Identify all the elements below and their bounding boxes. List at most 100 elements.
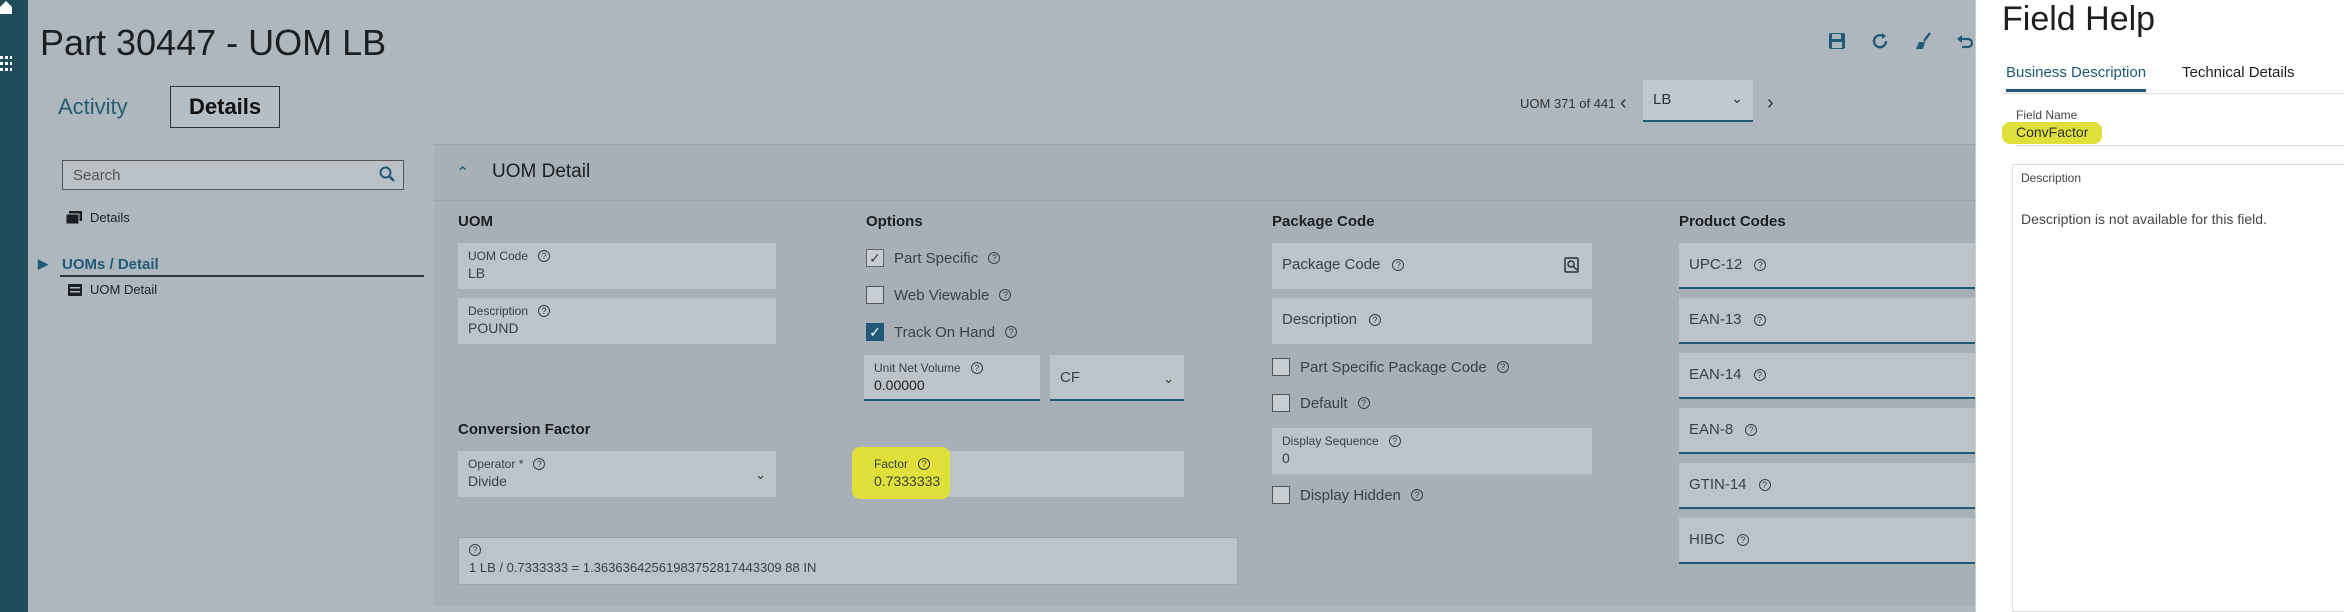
help-icon[interactable]: ?: [1745, 423, 1758, 436]
tab-activity[interactable]: Activity: [42, 86, 144, 128]
undo-icon[interactable]: [1955, 32, 1975, 52]
factor-label: Factor: [874, 457, 909, 471]
uom-code-label: UOM Code: [468, 249, 529, 263]
cards-icon: [66, 210, 82, 224]
product-code-label: GTIN-14: [1689, 476, 1747, 493]
display-hidden-checkbox-row[interactable]: Display Hidden ?: [1272, 486, 1423, 504]
help-icon[interactable]: ?: [970, 362, 983, 374]
help-icon[interactable]: ?: [1496, 361, 1509, 373]
help-icon[interactable]: ?: [999, 289, 1012, 301]
default-label: Default: [1300, 394, 1348, 412]
search-icon[interactable]: [379, 166, 395, 182]
uom-select-value: LB: [1653, 91, 1672, 108]
field-help-panel: Field Help Business Description Technica…: [1975, 0, 2344, 612]
help-icon[interactable]: ?: [918, 458, 931, 470]
web-viewable-checkbox-row[interactable]: Web Viewable ?: [866, 286, 1012, 304]
unit-net-volume-field[interactable]: Unit Net Volume? 0.00000: [864, 355, 1040, 401]
uom-code-field[interactable]: UOM Code? LB: [458, 243, 776, 289]
product-code-hibc-field[interactable]: HIBC?: [1679, 518, 1984, 564]
product-code-label: HIBC: [1689, 531, 1725, 548]
lookup-icon[interactable]: [1564, 257, 1580, 273]
track-on-hand-checkbox[interactable]: ✓: [866, 323, 884, 341]
prev-record-icon[interactable]: ‹: [1620, 92, 1627, 115]
expand-arrow-icon[interactable]: ▶: [38, 256, 48, 272]
help-icon[interactable]: ?: [1369, 313, 1382, 326]
part-specific-package-code-label: Part Specific Package Code: [1300, 358, 1487, 376]
default-checkbox-row[interactable]: Default ?: [1272, 394, 1370, 412]
display-hidden-checkbox[interactable]: [1272, 486, 1290, 504]
description-label: Description: [2021, 171, 2082, 185]
help-icon[interactable]: ?: [1758, 478, 1771, 491]
refresh-icon[interactable]: [1870, 32, 1890, 52]
help-icon[interactable]: ?: [1753, 313, 1766, 326]
home-icon[interactable]: [0, 0, 12, 14]
product-codes-title: Product Codes: [1679, 213, 1786, 230]
help-icon[interactable]: ?: [538, 305, 551, 317]
help-icon[interactable]: ?: [1754, 258, 1767, 271]
product-code-ean8-field[interactable]: EAN-8?: [1679, 408, 1984, 454]
help-icon[interactable]: ?: [1388, 435, 1401, 447]
tab-details[interactable]: Details: [170, 86, 281, 128]
help-icon[interactable]: ?: [533, 458, 546, 470]
help-icon[interactable]: ?: [1005, 326, 1018, 338]
help-icon[interactable]: ?: [1753, 368, 1766, 381]
nav-item-uoms-detail[interactable]: ▶ UOMs / Detail: [38, 256, 424, 277]
tab-business-description[interactable]: Business Description: [2006, 64, 2147, 92]
next-record-icon[interactable]: ›: [1767, 92, 1774, 115]
web-viewable-checkbox[interactable]: [866, 286, 884, 304]
help-icon[interactable]: ?: [1357, 397, 1370, 409]
track-on-hand-checkbox-row[interactable]: ✓ Track On Hand ?: [866, 323, 1018, 341]
package-code-field[interactable]: Package Code?: [1272, 243, 1592, 289]
display-sequence-label: Display Sequence: [1282, 434, 1379, 448]
clear-brush-icon[interactable]: [1914, 32, 1934, 52]
product-code-upc12-field[interactable]: UPC-12?: [1679, 243, 1984, 289]
part-specific-package-code-checkbox[interactable]: [1272, 358, 1290, 376]
default-checkbox[interactable]: [1272, 394, 1290, 412]
product-code-label: EAN-14: [1689, 366, 1742, 383]
product-code-label: EAN-8: [1689, 421, 1734, 438]
factor-field[interactable]: Factor? 0.7333333: [852, 447, 1184, 499]
product-code-ean14-field[interactable]: EAN-14?: [1679, 353, 1984, 399]
section-header[interactable]: ⌃ UOM Detail: [434, 145, 1984, 201]
operator-select[interactable]: Operator *? Divide ⌄: [458, 451, 776, 497]
package-description-field[interactable]: Description?: [1272, 298, 1592, 344]
uom-code-value: LB: [468, 265, 486, 281]
help-icon[interactable]: ?: [988, 252, 1001, 264]
uom-description-field[interactable]: Description? POUND: [458, 298, 776, 344]
help-icon[interactable]: ?: [538, 250, 551, 262]
formula-textarea[interactable]: ? 1 LB / 0.7333333 = 1.36363642561983752…: [458, 537, 1238, 585]
options-group-title: Options: [866, 213, 923, 230]
help-icon[interactable]: ?: [469, 544, 481, 556]
save-icon[interactable]: [1827, 32, 1847, 52]
volume-uom-select[interactable]: CF ⌄: [1050, 355, 1184, 401]
nav-item-details[interactable]: Details: [66, 210, 130, 225]
search-input[interactable]: Search: [62, 160, 404, 190]
nav-item-details-label: Details: [90, 210, 130, 225]
apps-grid-icon[interactable]: [0, 56, 12, 72]
left-rail: [0, 0, 28, 612]
display-sequence-field[interactable]: Display Sequence? 0: [1272, 428, 1592, 474]
factor-value: 0.7333333: [874, 473, 941, 489]
tab-technical-details[interactable]: Technical Details: [2182, 64, 2295, 89]
package-code-title: Package Code: [1272, 213, 1375, 230]
display-sequence-value: 0: [1282, 450, 1290, 466]
package-description-label: Description: [1282, 311, 1358, 328]
product-code-label: UPC-12: [1689, 256, 1743, 273]
help-icon[interactable]: ?: [1410, 489, 1423, 501]
product-code-gtin14-field[interactable]: GTIN-14?: [1679, 463, 1984, 509]
nav-item-uom-detail[interactable]: UOM Detail: [68, 282, 157, 297]
product-code-ean13-field[interactable]: EAN-13?: [1679, 298, 1984, 344]
help-icon[interactable]: ?: [1736, 533, 1749, 546]
uom-select[interactable]: LB ⌄: [1643, 80, 1753, 122]
part-specific-checkbox-row[interactable]: ✓ Part Specific ?: [866, 249, 1001, 267]
formula-text: 1 LB / 0.7333333 = 1.3636364256198375281…: [469, 560, 817, 575]
chevron-up-icon[interactable]: ⌃: [456, 163, 469, 183]
uom-group-title: UOM: [458, 213, 493, 230]
unit-net-volume-label: Unit Net Volume: [874, 361, 961, 375]
package-code-label: Package Code: [1282, 256, 1381, 273]
web-viewable-label: Web Viewable: [894, 286, 990, 304]
field-help-tabs: Business Description Technical Details: [2002, 60, 2344, 94]
part-specific-checkbox[interactable]: ✓: [866, 249, 884, 267]
part-specific-package-code-row[interactable]: Part Specific Package Code ?: [1272, 358, 1509, 376]
help-icon[interactable]: ?: [1392, 258, 1405, 271]
